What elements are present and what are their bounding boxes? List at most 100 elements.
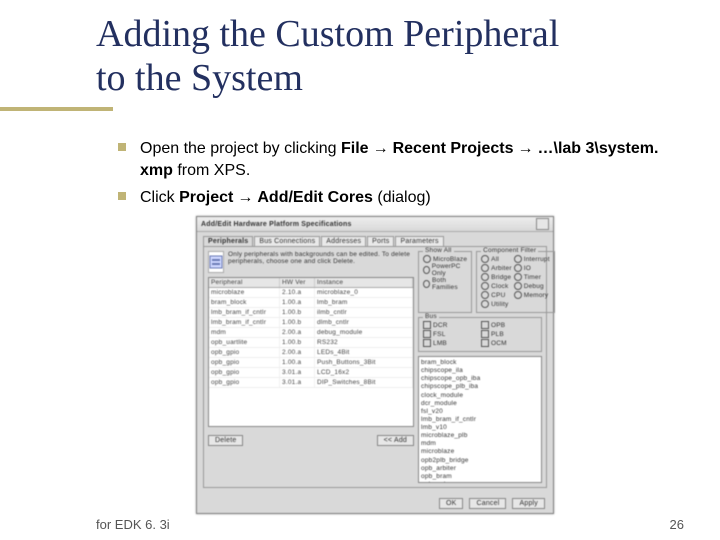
close-icon[interactable] [536, 218, 549, 230]
text-span: from XPS. [173, 162, 250, 179]
bullet-list: Open the project by clicking File→Recent… [118, 138, 672, 215]
checkbox-icon [423, 330, 431, 338]
right-column: Show All MicroBlaze PowerPC Only Both Fa… [418, 251, 542, 483]
bullet-icon [118, 143, 126, 151]
show-option[interactable]: PowerPC Only [423, 263, 467, 277]
bus-option[interactable]: OCM [481, 339, 537, 347]
table-row[interactable]: opb_uartlite1.00.bRS232 [209, 338, 413, 348]
list-item[interactable]: fsl_v20 [421, 408, 539, 416]
filter-option[interactable]: Memory [514, 291, 550, 299]
list-item[interactable]: bram_block [421, 359, 539, 367]
filter-option[interactable]: Bridge [481, 273, 512, 281]
list-item[interactable]: chipscope_plb_iba [421, 383, 539, 391]
filter-option[interactable]: Interrupt [514, 255, 550, 263]
filter-option[interactable]: IO [514, 264, 550, 272]
filter-option[interactable]: Utility [481, 300, 512, 308]
radio-icon [481, 264, 489, 272]
col-header-instance[interactable]: Instance [315, 278, 413, 287]
bullet-text: Open the project by clicking File→Recent… [140, 138, 672, 181]
filter-option[interactable]: Clock [481, 282, 512, 290]
list-item[interactable]: microblaze [421, 448, 539, 456]
dialog-title-text: Add/Edit Hardware Platform Specification… [201, 221, 352, 228]
table-row[interactable]: lmb_bram_if_cntlr1.00.bdlmb_cntlr [209, 318, 413, 328]
list-item[interactable]: chipscope_ila [421, 367, 539, 375]
list-item[interactable]: clock_module [421, 392, 539, 400]
slide-title: Adding the Custom Peripheral to the Syst… [96, 12, 559, 100]
radio-icon [481, 282, 489, 290]
dialog-title-bar: Add/Edit Hardware Platform Specification… [197, 217, 553, 232]
page-number: 26 [670, 517, 684, 532]
bus-option[interactable]: FSL [423, 330, 479, 338]
tabs-row: Peripherals Bus Connections Addresses Po… [197, 232, 553, 246]
tab-addresses[interactable]: Addresses [321, 236, 366, 246]
bullet-icon [118, 192, 126, 200]
checkbox-icon [481, 339, 489, 347]
component-list[interactable]: bram_block chipscope_ila chipscope_opb_i… [418, 356, 542, 483]
title-line-1: Adding the Custom Peripheral [96, 12, 559, 56]
list-item[interactable]: dcr_module [421, 400, 539, 408]
list-item[interactable]: opb2plb_bridge [421, 457, 539, 465]
info-text: Only peripherals with backgrounds can be… [228, 251, 414, 266]
bus-option[interactable]: PLB [481, 330, 537, 338]
table-row[interactable]: microblaze2.10.amicroblaze_0 [209, 288, 413, 298]
bus-option[interactable]: OPB [481, 321, 537, 329]
checkbox-icon [481, 321, 489, 329]
list-item[interactable]: opb_arbiter [421, 465, 539, 473]
tab-peripherals[interactable]: Peripherals [203, 236, 253, 246]
bullet-item: Open the project by clicking File→Recent… [118, 138, 672, 181]
show-option[interactable]: MicroBlaze [423, 255, 467, 263]
radio-icon [514, 291, 522, 299]
radio-icon [514, 282, 522, 290]
add-button[interactable]: << Add [377, 435, 414, 446]
list-item[interactable]: opb_bram [421, 473, 539, 481]
col-header-peripheral[interactable]: Peripheral [209, 278, 280, 287]
bus-option[interactable]: LMB [423, 339, 479, 347]
table-row[interactable]: opb_gpio1.00.aPush_Buttons_3Bit [209, 358, 413, 368]
bus-option[interactable]: DCR [423, 321, 479, 329]
peripheral-table[interactable]: Peripheral HW Ver Instance microblaze2.1… [208, 277, 414, 427]
table-header: Peripheral HW Ver Instance [209, 278, 413, 288]
list-item[interactable]: chipscope_opb_iba [421, 375, 539, 383]
filter-option[interactable]: Debug [514, 282, 550, 290]
table-row[interactable]: opb_gpio3.01.aLCD_16x2 [209, 368, 413, 378]
table-row[interactable]: lmb_bram_if_cntlr1.00.bilmb_cntlr [209, 308, 413, 318]
radio-icon [514, 255, 522, 263]
table-row[interactable]: opb_gpio2.00.aLEDs_4Bit [209, 348, 413, 358]
tab-body: Only peripherals with backgrounds can be… [203, 246, 547, 488]
bus-label: Bus [423, 313, 439, 320]
title-line-2: to the System [96, 56, 559, 100]
filter-option[interactable]: Arbiter [481, 264, 512, 272]
text-span: Click [140, 189, 179, 206]
radio-icon [423, 266, 430, 274]
list-item[interactable]: lmb_v10 [421, 424, 539, 432]
table-row[interactable]: mdm2.00.adebug_module [209, 328, 413, 338]
list-item[interactable]: mdm [421, 440, 539, 448]
arrow-icon: → [369, 138, 393, 160]
radio-icon [514, 273, 522, 281]
list-item[interactable]: microblaze_plb [421, 432, 539, 440]
radio-icon [481, 273, 489, 281]
filter-option[interactable]: Timer [514, 273, 550, 281]
accent-bar [0, 107, 113, 111]
tab-ports[interactable]: Ports [367, 236, 394, 246]
cancel-button[interactable]: Cancel [469, 498, 506, 509]
filter-option[interactable]: All [481, 255, 512, 263]
show-option[interactable]: Both Families [423, 277, 467, 291]
footer-left: for EDK 6. 3i [96, 517, 170, 532]
col-header-hwver[interactable]: HW Ver [280, 278, 315, 287]
tab-parameters[interactable]: Parameters [395, 236, 443, 246]
radio-icon [481, 255, 489, 263]
list-item[interactable]: lmb_bram_if_cntlr [421, 416, 539, 424]
apply-button[interactable]: Apply [512, 498, 545, 509]
table-row[interactable]: bram_block1.00.almb_bram [209, 298, 413, 308]
delete-button[interactable]: Delete [208, 435, 243, 446]
ok-button[interactable]: OK [439, 498, 464, 509]
checkbox-icon [423, 339, 431, 347]
tab-bus-connections[interactable]: Bus Connections [254, 236, 320, 246]
table-row[interactable]: opb_gpio3.01.aDIP_Switches_8Bit [209, 378, 413, 388]
arrow-icon: → [514, 138, 538, 160]
list-item[interactable]: opb_gpio [421, 481, 539, 483]
info-icon [208, 251, 224, 273]
menu-ref-recent-projects: Recent Projects [393, 140, 514, 157]
filter-option[interactable]: CPU [481, 291, 512, 299]
